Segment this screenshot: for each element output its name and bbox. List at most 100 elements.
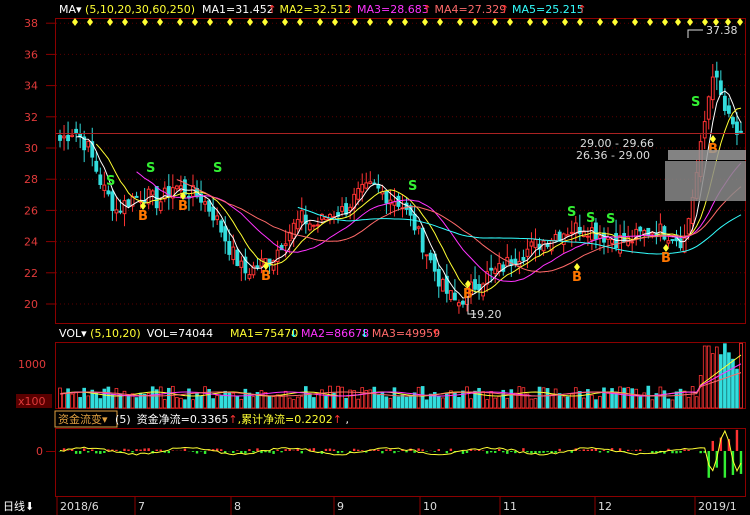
candle: [299, 210, 304, 223]
volume-bar: [694, 396, 699, 409]
ma-value-3: MA3=28.683: [357, 3, 429, 16]
volume-bar: [582, 397, 586, 409]
volume-bar: [275, 394, 280, 409]
stock-chart[interactable]: MA▾ (5,10,20,30,60,250) 38 36 34 32 30 28 26 24…: [0, 0, 750, 515]
volume-bar: [134, 397, 139, 409]
flow-bar: [465, 451, 469, 453]
ma-arrow-4: ↑: [500, 3, 509, 16]
volume-bar: [86, 395, 91, 409]
x-axis-month: 12: [598, 500, 612, 513]
volume-bar: [78, 397, 82, 409]
buy-signal: B: [261, 269, 271, 284]
volume-bar: [227, 391, 232, 409]
flow-bar: [78, 451, 82, 454]
volume-bar: [211, 398, 215, 409]
volume-bar: [553, 388, 558, 409]
candle: [670, 239, 675, 242]
volume-bar: [203, 386, 207, 409]
flow-bar: [260, 451, 263, 454]
flow-bar: [735, 429, 739, 451]
candle: [98, 174, 103, 185]
volume-bar: [436, 396, 441, 409]
flow-bar: [723, 451, 727, 478]
candle: [416, 226, 421, 229]
flow-bar: [618, 448, 622, 451]
candle: [356, 188, 361, 200]
flow-indicator-label[interactable]: 资金流变: [58, 412, 102, 426]
candle: [686, 218, 691, 235]
flow-params: (5): [115, 413, 131, 426]
candle: [70, 134, 75, 137]
volume-bar: [396, 396, 401, 409]
candle: [420, 227, 425, 253]
volume-bar: [336, 385, 340, 409]
volume-bar: [702, 345, 707, 409]
volume-bar: [400, 394, 405, 409]
flow-bar: [191, 451, 195, 452]
sell-signal: S: [408, 179, 417, 194]
sell-signal: S: [146, 161, 155, 176]
sell-signal: S: [586, 211, 595, 226]
candle: [384, 190, 389, 204]
flow-bar: [413, 451, 416, 453]
candle: [311, 224, 316, 227]
volume-bar: [485, 399, 489, 409]
flow-bar: [256, 448, 259, 451]
sell-signal: S: [213, 161, 222, 176]
volume-bar: [424, 399, 429, 409]
volume-bar: [392, 387, 397, 409]
candle: [122, 200, 127, 215]
flow-bar: [115, 449, 118, 451]
buy-signal: B: [178, 199, 188, 214]
candle: [428, 252, 433, 261]
volume-bar: [493, 397, 498, 409]
candle: [247, 274, 252, 279]
flow-bar: [675, 451, 678, 454]
volume-bar: [481, 391, 485, 409]
volume-bar: [303, 386, 308, 409]
volume-bar: [561, 396, 566, 409]
volume-bar: [239, 398, 244, 409]
volume-bar: [674, 391, 679, 409]
candle: [533, 238, 538, 249]
volume-bar: [191, 399, 195, 409]
flow-bar: [340, 451, 344, 453]
period-selector[interactable]: 日线: [3, 499, 25, 513]
flow-bar: [582, 449, 586, 451]
volume-bar: [384, 396, 389, 409]
flow-bar: [272, 451, 275, 454]
candle: [710, 76, 715, 101]
flow-bar: [167, 451, 171, 454]
volume-bar: [308, 393, 312, 409]
candle: [529, 241, 534, 247]
vol-indicator-label[interactable]: VOL: [59, 327, 82, 340]
volume-bar: [723, 343, 727, 409]
candle: [726, 105, 731, 114]
volume-bar: [412, 392, 417, 409]
high-price-label: 37.38: [706, 24, 738, 37]
candle: [581, 231, 586, 238]
candle: [158, 201, 163, 211]
candle: [255, 265, 260, 268]
flow-bar: [598, 451, 602, 453]
ma-indicator-label[interactable]: MA: [59, 3, 76, 16]
flow-bar: [602, 450, 606, 451]
flow-net: 资金净流=0.3365: [137, 412, 229, 426]
candle: [739, 130, 743, 133]
flow-bar: [502, 451, 505, 453]
volume-bar: [670, 399, 675, 409]
flow-bar: [99, 451, 102, 454]
candle: [452, 292, 457, 301]
flow-bar: [461, 451, 465, 454]
vol-y-tick: 1000: [18, 358, 46, 371]
svg-text:资金流变▾ (5)资金净流=0.3365↑,累计净流=0.2: 资金流变▾ (5) 资金净流=0.3365↑,累计净流=0.2202↑ ,: [58, 412, 349, 426]
volume-bar: [58, 387, 62, 409]
volume-bar: [408, 394, 413, 409]
candle: [94, 160, 99, 172]
flow-bar: [361, 450, 364, 451]
flow-bar: [236, 450, 239, 451]
candle: [702, 121, 707, 139]
vol-params: (5,10,20): [90, 327, 141, 340]
flow-bar: [147, 448, 150, 451]
volume-bar: [577, 391, 582, 409]
